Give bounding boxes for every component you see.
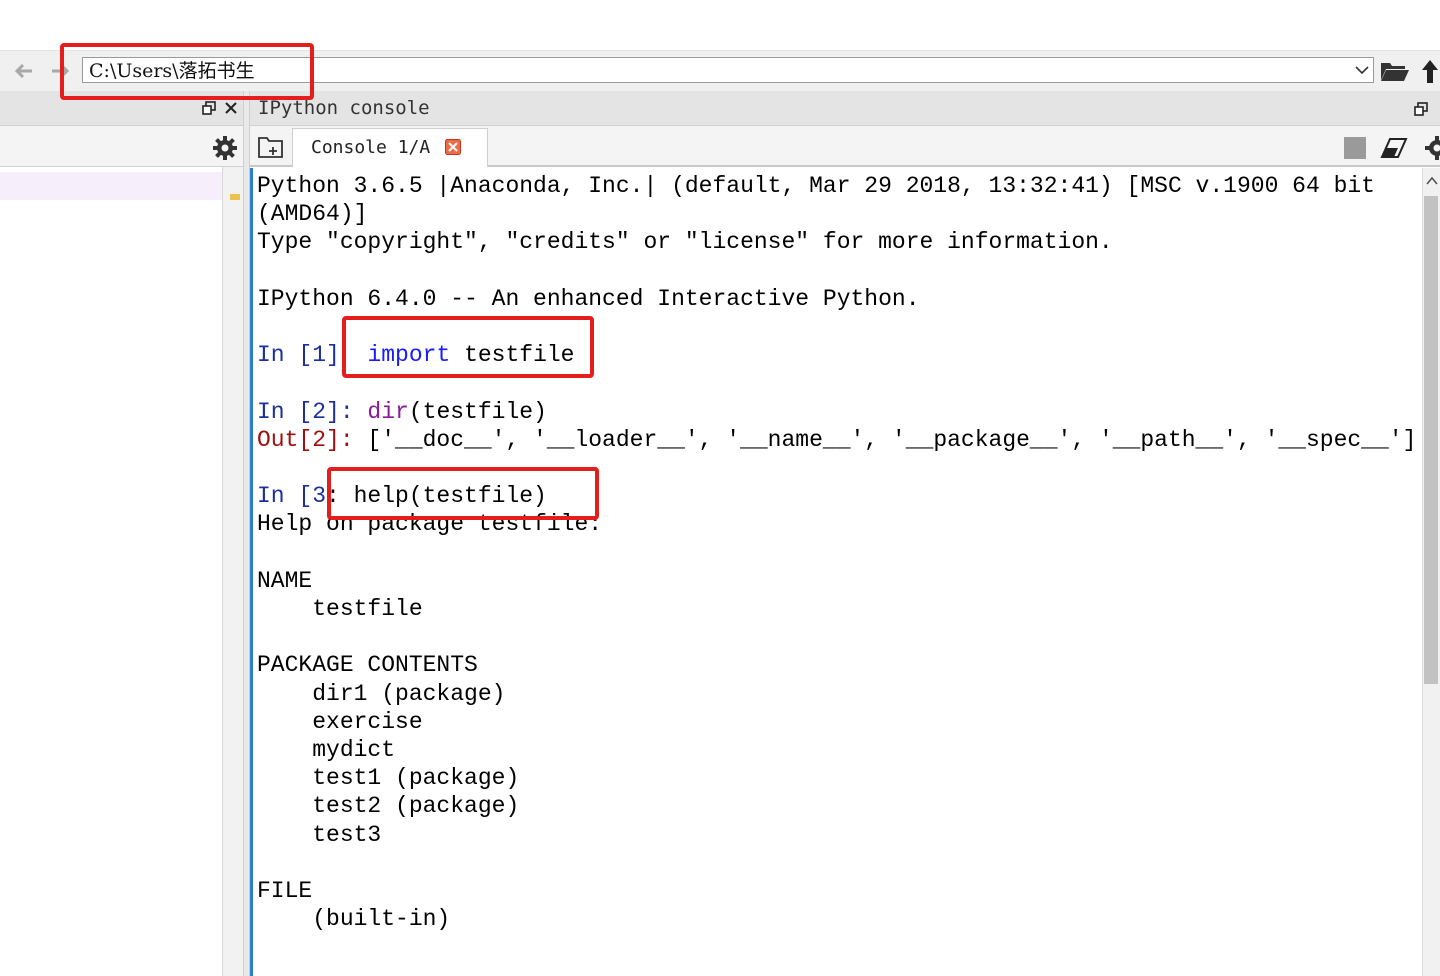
input-prompt: In [1] [257,342,340,369]
scrollbar-thumb[interactable] [1424,196,1438,684]
console-text[interactable]: Python 3.6.5 |Anaconda, Inc.| (default, … [257,172,1416,933]
help-section-value: testfile [257,596,423,623]
tab-console-1[interactable]: Console 1/A [292,128,488,167]
list-item[interactable] [0,172,223,200]
open-folder-icon[interactable] [1380,60,1410,82]
help-section-value: (built-in) [257,906,451,933]
warning-marker [230,194,240,200]
banner-line: (AMD64)] [257,201,368,228]
input-prompt: In [2]: [257,398,368,425]
chevron-up-icon[interactable] [1426,176,1438,186]
eraser-icon[interactable] [1380,137,1408,163]
annotation-box-help [327,467,599,520]
close-icon[interactable] [224,100,238,119]
package-content-item: test3 [257,821,382,848]
banner-line: IPython 6.4.0 -- An enhanced Interactive… [257,285,920,312]
banner-line: Type "copyright", "credits" or "license"… [257,229,1113,256]
console-toolbar: Console 1/A [250,126,1440,167]
gear-icon[interactable] [1424,135,1440,165]
input-code: (testfile) [408,398,547,425]
console-pane-titlebar: IPython console [250,91,1440,126]
new-folder-icon[interactable] [258,136,284,162]
pane-splitter[interactable] [243,91,250,976]
undock-icon[interactable] [202,100,216,119]
stop-icon[interactable] [1344,137,1366,163]
help-section-heading: FILE [257,878,313,905]
undock-icon[interactable] [1414,101,1428,120]
package-content-item: test1 (package) [257,765,520,792]
input-prompt: In [3 [257,483,327,510]
output-prompt: Out[2]: [257,426,368,453]
package-content-item: dir1 (package) [257,680,506,707]
left-pane-body [0,167,243,976]
left-pane-scrollbar[interactable] [222,167,244,976]
help-section-heading: NAME [257,567,313,594]
package-content-item: mydict [257,737,396,764]
back-arrow-icon[interactable] [12,59,36,83]
help-section-heading: PACKAGE CONTENTS [257,652,478,679]
left-pane-toolbar [0,126,243,167]
package-content-item: test2 (package) [257,793,520,820]
tab-label: Console 1/A [311,137,431,158]
package-content-item: exercise [257,708,423,735]
banner-line: Python 3.6.5 |Anaconda, Inc.| (default, … [257,173,1375,199]
up-arrow-icon[interactable] [1420,58,1440,84]
annotation-box-path [60,43,314,100]
output-value: ['__doc__', '__loader__', '__name__', '_… [367,426,1417,453]
tab-close-icon[interactable] [445,139,461,155]
chevron-down-icon[interactable] [1354,62,1370,78]
annotation-box-import [342,316,594,378]
gear-icon[interactable] [212,135,238,165]
builtin-dir: dir [367,398,409,425]
